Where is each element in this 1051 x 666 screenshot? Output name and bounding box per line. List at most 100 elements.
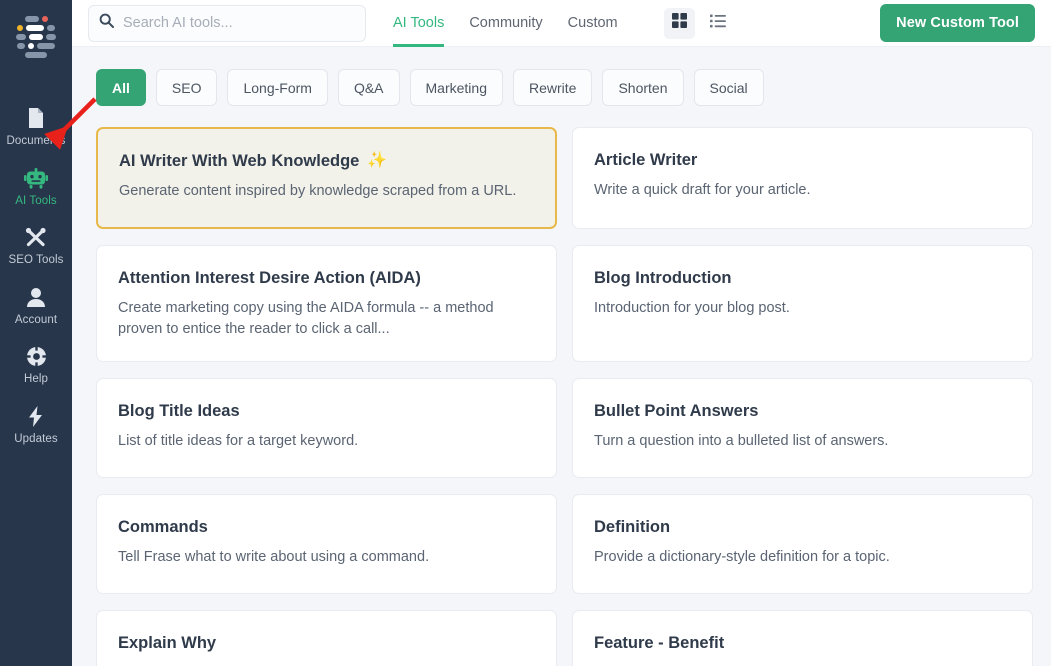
tool-card-title-text: Commands [118, 518, 208, 537]
sidebar-item-label: Updates [14, 432, 58, 445]
tool-card[interactable]: Article Writer Write a quick draft for y… [572, 127, 1033, 229]
tool-card-title: Definition [594, 517, 1012, 538]
tool-card-description: Introduction for your blog post. [594, 299, 790, 316]
filter-pill-all[interactable]: All [96, 69, 146, 106]
tool-card[interactable]: Feature - Benefit Turn product/service f… [572, 610, 1033, 666]
robot-icon [24, 167, 48, 189]
sidebar: Documents AI Tools SEO Tools Account Hel… [0, 0, 72, 666]
sidebar-item-ai-tools[interactable]: AI Tools [0, 157, 72, 217]
lightning-bolt-icon [28, 405, 44, 427]
tool-card-title: Commands [118, 517, 536, 538]
filter-pill-marketing[interactable]: Marketing [409, 69, 503, 106]
logo-bar [29, 34, 43, 40]
logo-bar [46, 34, 56, 40]
sidebar-item-label: Documents [6, 135, 66, 147]
tool-card[interactable]: AI Writer With Web Knowledge ✨ Generate … [96, 127, 557, 229]
tool-card[interactable]: Blog Introduction Introduction for your … [572, 245, 1033, 363]
document-icon [26, 107, 46, 129]
search-icon [99, 13, 114, 33]
logo-bar [37, 43, 55, 49]
logo-row [24, 16, 48, 22]
logo-bar [47, 25, 55, 31]
view-toggle-group [663, 7, 734, 39]
sidebar-item-seo-tools[interactable]: SEO Tools [0, 216, 72, 276]
tab-custom[interactable]: Custom [568, 0, 618, 47]
grid-view-button[interactable] [663, 7, 695, 39]
logo-row [25, 52, 47, 58]
filter-pill-social[interactable]: Social [693, 69, 764, 106]
logo-dot-red [41, 16, 48, 22]
new-custom-tool-button[interactable]: New Custom Tool [880, 4, 1035, 42]
tab-community[interactable]: Community [469, 0, 542, 47]
sidebar-item-label: Account [14, 313, 58, 326]
tool-card-description: List of title ideas for a target keyword… [118, 432, 359, 449]
tool-card-description: Turn a question into a bulleted list of … [594, 432, 889, 449]
tool-card[interactable]: Bullet Point Answers Turn a question int… [572, 378, 1033, 479]
tool-card-title-text: Feature - Benefit [594, 634, 725, 653]
content-area: All SEO Long-Form Q&A Marketing Rewrite … [72, 47, 1051, 666]
sidebar-item-updates[interactable]: Updates [0, 395, 72, 455]
search-input[interactable] [123, 15, 348, 31]
tools-grid: AI Writer With Web Knowledge ✨ Generate … [96, 127, 1033, 666]
tool-card-title-text: AI Writer With Web Knowledge [119, 152, 360, 170]
logo-bar [17, 43, 25, 49]
tool-card-description: Generate content inspired by knowledge s… [119, 182, 517, 199]
sidebar-item-label: Help [23, 373, 49, 385]
logo-row [17, 43, 55, 49]
tool-card-title-text: Article Writer [594, 151, 698, 169]
tool-card-title: Attention Interest Desire Action (AIDA) [118, 268, 536, 289]
grid-view-icon [671, 13, 687, 33]
sidebar-item-help[interactable]: Help [0, 335, 72, 395]
frase-logo[interactable] [11, 14, 61, 60]
logo-bar [25, 52, 47, 58]
tool-card-title-text: Blog Title Ideas [118, 402, 240, 421]
filter-pills: All SEO Long-Form Q&A Marketing Rewrite … [96, 69, 1033, 106]
tool-card-title-text: Blog Introduction [594, 269, 732, 287]
logo-row [16, 34, 56, 40]
tool-card[interactable]: Explain Why Provide an answer to a quest… [96, 610, 557, 666]
tool-card[interactable]: Commands Tell Frase what to write about … [96, 494, 557, 595]
tool-card-title-text: Explain Why [118, 634, 217, 653]
tool-card-title: Article Writer [594, 150, 1012, 171]
filter-pill-long-form[interactable]: Long-Form [227, 69, 328, 106]
help-circle-icon [26, 346, 47, 367]
tool-card-title-text: Bullet Point Answers [594, 402, 759, 421]
sidebar-item-label: AI Tools [15, 194, 57, 207]
tool-card[interactable]: Attention Interest Desire Action (AIDA) … [96, 245, 557, 363]
tool-card-description: Provide a dictionary-style definition fo… [594, 548, 890, 565]
sidebar-item-label: SEO Tools [8, 254, 64, 266]
main-area: AI Tools Community Custom [72, 0, 1051, 666]
tool-card-description: Tell Frase what to write about using a c… [118, 548, 430, 565]
tool-card-description: Write a quick draft for your article. [594, 181, 811, 198]
tool-card-title: Explain Why [118, 633, 536, 654]
sparkle-icon: ✨ [367, 152, 388, 170]
tool-card-title-text: Attention Interest Desire Action (AIDA) [118, 269, 421, 287]
tools-icon [25, 227, 47, 248]
sidebar-item-account[interactable]: Account [0, 276, 72, 336]
tool-card[interactable]: Blog Title Ideas List of title ideas for… [96, 378, 557, 479]
logo-bar [24, 16, 39, 22]
person-icon [26, 287, 46, 308]
logo-row [17, 25, 55, 31]
tool-card-description: Create marketing copy using the AIDA for… [118, 299, 494, 338]
list-view-icon [710, 14, 727, 33]
tool-card-title: Bullet Point Answers [594, 401, 1012, 422]
logo-bar [26, 25, 44, 31]
list-view-button[interactable] [703, 8, 734, 39]
tool-card-title-text: Definition [594, 518, 671, 537]
filter-pill-rewrite[interactable]: Rewrite [512, 69, 593, 106]
logo-dot-yellow [17, 25, 23, 31]
sidebar-item-documents[interactable]: Documents [0, 96, 72, 157]
tool-card-title: Blog Introduction [594, 268, 1012, 289]
topbar: AI Tools Community Custom [72, 0, 1051, 47]
filter-pill-seo[interactable]: SEO [155, 69, 218, 106]
tool-card[interactable]: Definition Provide a dictionary-style de… [572, 494, 1033, 595]
tab-ai-tools[interactable]: AI Tools [393, 0, 445, 47]
logo-bar [16, 34, 26, 40]
filter-pill-qa[interactable]: Q&A [337, 69, 400, 106]
search-box[interactable] [88, 4, 366, 42]
topbar-tabs: AI Tools Community Custom [393, 0, 618, 47]
filter-pill-shorten[interactable]: Shorten [602, 69, 684, 106]
tool-card-title: Feature - Benefit [594, 633, 1012, 654]
tool-card-title: AI Writer With Web Knowledge ✨ [119, 151, 535, 172]
